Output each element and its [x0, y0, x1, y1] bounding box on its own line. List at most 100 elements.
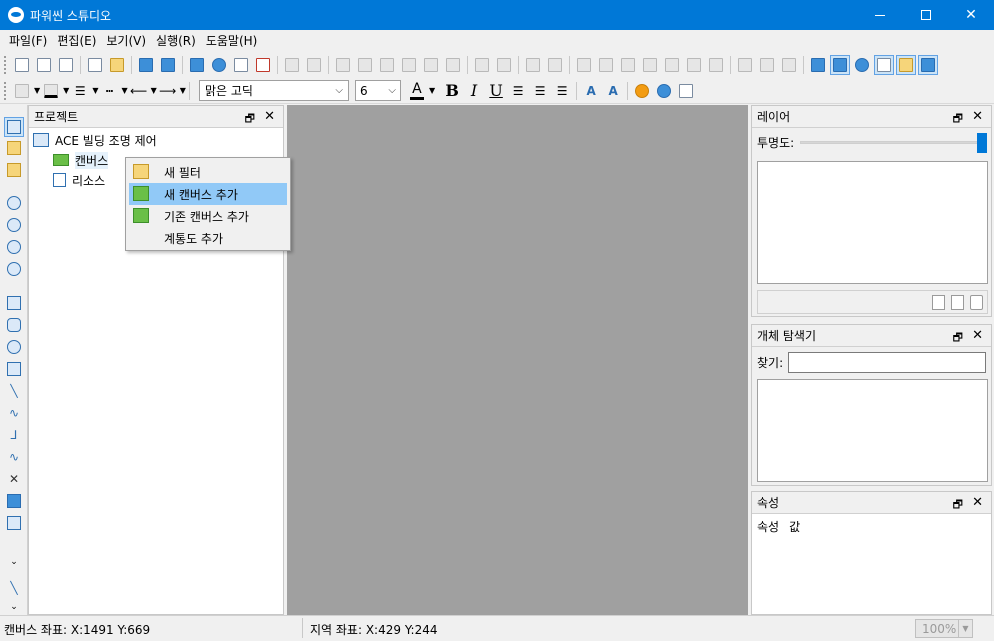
opacity-slider-thumb[interactable]: [977, 133, 988, 153]
float-icon[interactable]: 🗗: [245, 110, 255, 129]
zoom-area-tool[interactable]: [4, 259, 24, 279]
chevron-down-icon[interactable]: ▼: [34, 86, 40, 95]
chevron-down-icon[interactable]: ▼: [429, 86, 435, 95]
line-start-button[interactable]: ⟵: [129, 81, 149, 101]
copy-layer-icon[interactable]: [951, 294, 964, 310]
zoom-in-tool[interactable]: [4, 193, 24, 213]
new-file-button[interactable]: [34, 55, 54, 75]
distribute-button[interactable]: [706, 55, 726, 75]
duplicate-button[interactable]: [421, 55, 441, 75]
align-text-right-button[interactable]: ☰: [552, 81, 572, 101]
zoom-fit-tool[interactable]: [4, 237, 24, 257]
text-tool[interactable]: [4, 491, 24, 511]
chevron-down-icon[interactable]: ▼: [92, 86, 98, 95]
more-tools-button[interactable]: ⌄: [4, 552, 24, 572]
tree-item-canvas[interactable]: 캔버스: [53, 150, 109, 170]
underline-button[interactable]: U: [485, 81, 507, 100]
fill-color-button[interactable]: [12, 81, 32, 101]
send-back-button[interactable]: [757, 55, 777, 75]
arrange-button[interactable]: [779, 55, 799, 75]
cut-button[interactable]: [333, 55, 353, 75]
polygon-tool[interactable]: [4, 359, 24, 379]
line-tool-2[interactable]: ╲: [4, 578, 24, 598]
line-width-button[interactable]: ☰: [70, 81, 90, 101]
zoom-out-tool[interactable]: [4, 215, 24, 235]
close-icon[interactable]: ✕: [972, 328, 983, 343]
minimize-button[interactable]: [857, 0, 903, 30]
save-all-button[interactable]: [158, 55, 178, 75]
line-style-button[interactable]: ┅: [99, 81, 119, 101]
sync-button[interactable]: [654, 81, 674, 101]
rectangle-tool[interactable]: [4, 293, 24, 313]
opacity-slider[interactable]: [800, 133, 988, 153]
ellipse-tool[interactable]: [4, 337, 24, 357]
explorer-toggle-button[interactable]: [874, 55, 894, 75]
flip-vertical-button[interactable]: [545, 55, 565, 75]
chevron-down-icon[interactable]: ▼: [151, 86, 157, 95]
properties-toggle-button[interactable]: [896, 55, 916, 75]
tree-item-root[interactable]: ACE 빌딩 조명 제어: [33, 130, 157, 150]
trash-icon[interactable]: [970, 294, 983, 310]
project-toggle-button[interactable]: [918, 55, 938, 75]
align-left-button[interactable]: [574, 55, 594, 75]
canvas-area[interactable]: [287, 105, 748, 615]
clone-button[interactable]: [443, 55, 463, 75]
align-middle-button[interactable]: [662, 55, 682, 75]
align-bottom-button[interactable]: [684, 55, 704, 75]
preview-button[interactable]: [676, 81, 696, 101]
open-folder-button[interactable]: [107, 55, 127, 75]
close-icon[interactable]: ✕: [972, 495, 983, 510]
save-button[interactable]: [136, 55, 156, 75]
settings-button[interactable]: [852, 55, 872, 75]
shapes-button[interactable]: [808, 55, 828, 75]
chevron-down-icon[interactable]: ▼: [63, 86, 69, 95]
redo-button[interactable]: [304, 55, 324, 75]
menu-view[interactable]: 보기(V): [101, 30, 151, 52]
layer-list[interactable]: [757, 161, 988, 284]
number-tool[interactable]: [4, 513, 24, 533]
float-icon[interactable]: 🗗: [953, 110, 963, 129]
transform-tool[interactable]: [4, 160, 24, 180]
chevron-down-icon[interactable]: ▼: [121, 86, 127, 95]
bezier-tool[interactable]: ✕: [4, 469, 24, 489]
align-center-button[interactable]: [596, 55, 616, 75]
curve-tool[interactable]: ∿: [4, 447, 24, 467]
flip-horizontal-button[interactable]: [523, 55, 543, 75]
copy-button[interactable]: [377, 55, 397, 75]
delete-button[interactable]: [355, 55, 375, 75]
close-icon[interactable]: ✕: [264, 109, 275, 124]
chevron-down-icon[interactable]: ▼: [180, 86, 186, 95]
open-project-button[interactable]: [85, 55, 105, 75]
menu-run[interactable]: 실행(R): [151, 30, 201, 52]
delete-file-button[interactable]: [253, 55, 273, 75]
line-tool[interactable]: ╲: [4, 381, 24, 401]
property-grid[interactable]: 속성 값: [752, 514, 991, 614]
pan-tool[interactable]: [4, 138, 24, 158]
align-right-button[interactable]: [618, 55, 638, 75]
capture-button[interactable]: [231, 55, 251, 75]
toolbar-grip[interactable]: [4, 56, 8, 74]
toolbar-grip[interactable]: [4, 81, 8, 100]
line-end-button[interactable]: ⟶: [158, 81, 178, 101]
italic-button[interactable]: I: [463, 81, 485, 100]
menu-file[interactable]: 파일(F): [4, 30, 52, 52]
new-layer-icon[interactable]: [932, 294, 945, 310]
menu-help[interactable]: 도움말(H): [201, 30, 263, 52]
align-text-center-button[interactable]: ☰: [530, 81, 550, 101]
float-icon[interactable]: 🗗: [953, 496, 963, 515]
paste-button[interactable]: [399, 55, 419, 75]
close-icon[interactable]: ✕: [972, 109, 983, 124]
tree-item-resource[interactable]: 리소스: [53, 170, 105, 190]
font-family-select[interactable]: 맑은 고딕 ⌵: [198, 80, 349, 101]
menu-item-new-filter[interactable]: 새 필터: [129, 161, 287, 183]
new-project-button[interactable]: [12, 55, 32, 75]
polyline-tool[interactable]: ∿: [4, 403, 24, 423]
upload-button[interactable]: [209, 55, 229, 75]
refresh-button[interactable]: [632, 81, 652, 101]
maximize-button[interactable]: [903, 0, 949, 30]
menu-item-add-diagram[interactable]: 계통도 추가: [129, 227, 287, 249]
layers-toggle-button[interactable]: [830, 55, 850, 75]
menu-item-existing-canvas[interactable]: 기존 캔버스 추가: [129, 205, 287, 227]
object-list[interactable]: [757, 379, 988, 482]
undo-button[interactable]: [282, 55, 302, 75]
